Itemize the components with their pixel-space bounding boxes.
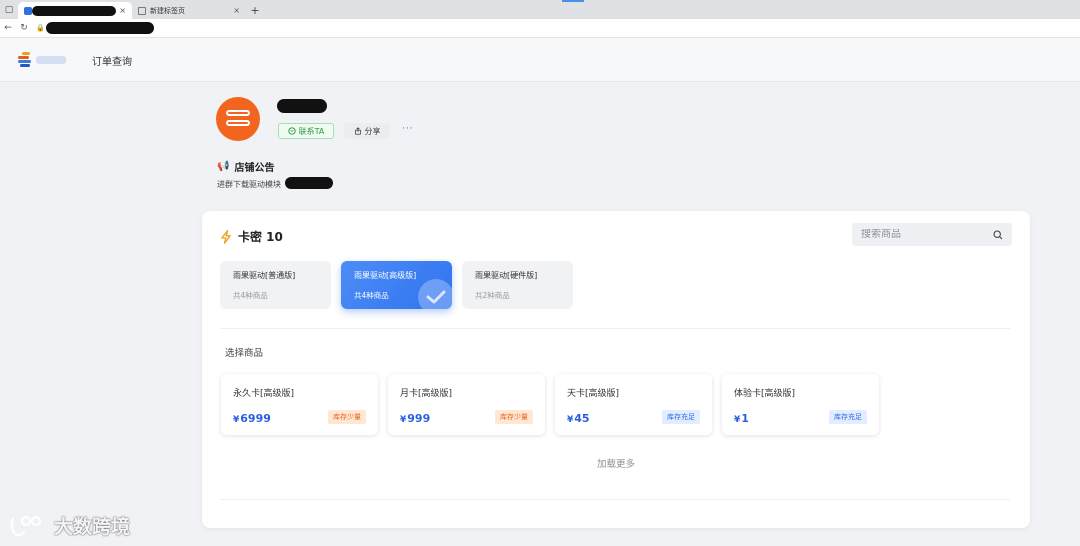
tab-actions-icon[interactable]: ▢	[0, 0, 18, 19]
currency-symbol: ¥	[233, 415, 240, 425]
product-search	[852, 223, 1012, 246]
redaction-mark	[32, 6, 116, 16]
select-products-label: 选择商品	[225, 348, 264, 359]
window-accent-bar	[562, 0, 584, 2]
notice-text: 进群下载驱动模块	[217, 180, 281, 189]
card-title: 卡密 10	[220, 228, 283, 245]
reload-icon[interactable]: ↻	[16, 23, 32, 33]
product-item-permanent[interactable]: 永久卡[高级版] ¥6999 库存少量	[221, 374, 378, 435]
browser-address-bar: ← ↻ 🔒	[0, 19, 1080, 38]
divider	[220, 499, 1010, 500]
stock-badge: 库存少量	[495, 410, 533, 424]
category-count: 共2种商品	[475, 291, 510, 300]
site-header: 订单查询	[0, 38, 1080, 82]
stock-badge: 库存充足	[829, 410, 867, 424]
product-card-panel: 卡密 10 雨果驱动[普通版] 共4种商品 雨果驱动[高级版] 共4种商品 雨果…	[202, 211, 1030, 528]
search-input[interactable]	[861, 229, 993, 240]
browser-tab-bar: ▢ × 新建标签页 × +	[0, 0, 1080, 19]
tab-new-tab-page[interactable]: 新建标签页 ×	[132, 2, 246, 19]
new-tab-button[interactable]: +	[246, 2, 264, 19]
load-more-button[interactable]: 加载更多	[202, 456, 1030, 470]
category-name: 雨果驱动[硬件版]	[475, 271, 538, 280]
watermark-text: 大数跨境	[54, 516, 131, 538]
divider	[220, 328, 1010, 329]
search-icon[interactable]	[993, 229, 1003, 240]
product-name: 体验卡[高级版]	[734, 389, 796, 399]
price-value: 6999	[240, 412, 271, 425]
chat-bubble-icon	[287, 127, 296, 135]
contact-button[interactable]: 联系TA	[278, 123, 334, 139]
share-icon	[354, 127, 361, 135]
category-tab-standard[interactable]: 雨果驱动[普通版] 共4种商品	[220, 261, 331, 309]
close-tab-icon[interactable]: ×	[119, 6, 126, 15]
category-tab-hardware[interactable]: 雨果驱动[硬件版] 共2种商品	[462, 261, 573, 309]
price-value: 45	[574, 412, 590, 425]
selected-check-icon	[418, 279, 452, 309]
share-label: 分享	[364, 126, 381, 136]
back-arrow-icon[interactable]: ←	[0, 23, 16, 33]
tab-title: 新建标签页	[150, 6, 185, 15]
shop-avatar	[216, 97, 260, 141]
site-favicon-icon	[24, 6, 32, 15]
redaction-mark	[285, 177, 333, 189]
watermark: 大数跨境	[8, 512, 130, 539]
currency-symbol: ¥	[400, 415, 407, 425]
product-price: ¥999	[400, 412, 430, 425]
product-item-daily[interactable]: 天卡[高级版] ¥45 库存充足	[555, 374, 712, 435]
product-item-monthly[interactable]: 月卡[高级版] ¥999 库存少量	[388, 374, 545, 435]
product-price: ¥1	[734, 412, 749, 425]
product-price: ¥6999	[233, 412, 271, 425]
redaction-mark	[46, 22, 154, 34]
currency-symbol: ¥	[567, 415, 574, 425]
nav-order-query[interactable]: 订单查询	[92, 53, 132, 68]
category-name: 雨果驱动[普通版]	[233, 271, 296, 280]
megaphone-icon: 📢	[217, 161, 230, 172]
tab-current[interactable]: ×	[18, 2, 132, 19]
stock-badge: 库存充足	[662, 410, 700, 424]
product-price: ¥45	[567, 412, 590, 425]
notice-title: 店铺公告	[234, 163, 275, 174]
watermark-logo-icon	[10, 515, 42, 536]
shop-store-icon	[226, 110, 250, 128]
lock-icon: 🔒	[36, 24, 45, 32]
product-name: 月卡[高级版]	[400, 389, 453, 399]
logo-text	[36, 56, 66, 64]
close-tab-icon[interactable]: ×	[233, 6, 240, 15]
shop-name-redacted	[277, 99, 327, 113]
notice-heading: 📢 店铺公告	[217, 159, 274, 174]
site-logo[interactable]	[18, 51, 70, 69]
section-title: 卡密 10	[238, 230, 283, 244]
share-button[interactable]: 分享	[344, 123, 390, 139]
page-icon	[138, 6, 146, 15]
currency-symbol: ¥	[734, 415, 741, 425]
category-count: 共4种商品	[233, 291, 268, 300]
logo-flame-icon	[18, 51, 32, 69]
product-item-trial[interactable]: 体验卡[高级版] ¥1 库存充足	[722, 374, 879, 435]
contact-label: 联系TA	[298, 126, 325, 136]
stock-badge: 库存少量	[328, 410, 366, 424]
category-tab-advanced[interactable]: 雨果驱动[高级版] 共4种商品	[341, 261, 452, 309]
url-field[interactable]: 🔒	[36, 21, 154, 35]
lightning-icon	[221, 229, 231, 244]
price-value: 1	[741, 412, 749, 425]
product-name: 天卡[高级版]	[567, 389, 620, 399]
more-options-button[interactable]: ···	[402, 124, 414, 134]
price-value: 999	[407, 412, 431, 425]
product-name: 永久卡[高级版]	[233, 389, 295, 399]
